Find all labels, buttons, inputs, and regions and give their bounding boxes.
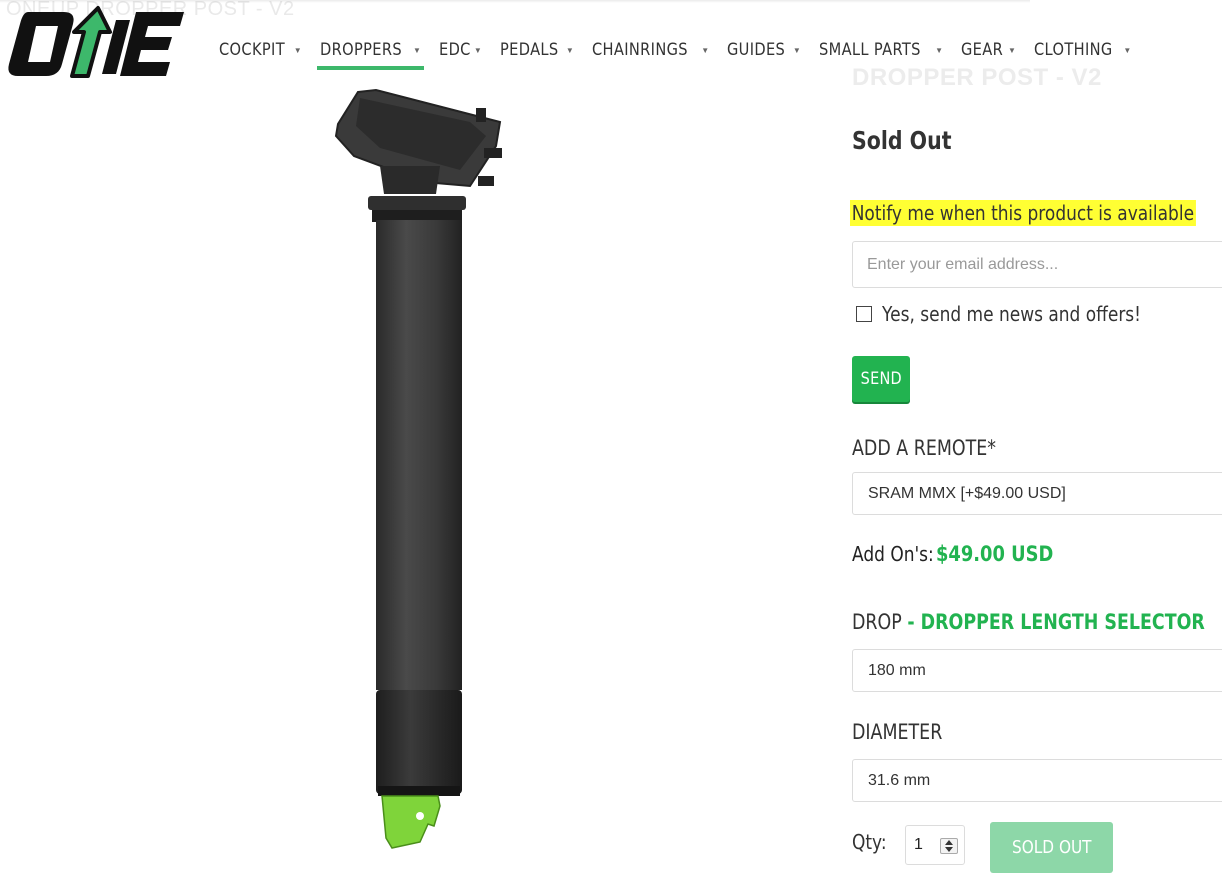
drop-select[interactable]: 180 mm	[852, 649, 1222, 692]
clamp-bolt	[484, 148, 502, 158]
drop-label-text: DROP	[852, 610, 902, 634]
chevron-down-icon: ▼	[792, 45, 801, 55]
chevron-down-icon: ▼	[412, 45, 421, 55]
diameter-label: DIAMETER	[852, 720, 943, 744]
sold-out-button[interactable]: SOLD OUT	[990, 822, 1113, 873]
nav-item-edc[interactable]: EDC ▼	[430, 24, 491, 70]
sold-out-button-label: SOLD OUT	[1011, 837, 1092, 858]
chevron-down-icon: ▼	[1123, 45, 1132, 55]
remote-select-value: SRAM MMX [+$49.00 USD]	[868, 484, 1066, 502]
clamp-bolt	[476, 108, 486, 122]
nav-item-chainrings[interactable]: CHAINRINGS ▼	[583, 24, 718, 70]
post-neck	[380, 166, 440, 194]
addons-price: $49.00 USD	[936, 542, 1054, 566]
chevron-down-icon: ▼	[935, 45, 944, 55]
stock-status: Sold Out	[852, 126, 952, 155]
nav-item-label: GUIDES	[727, 40, 786, 60]
remote-select[interactable]: SRAM MMX [+$49.00 USD]	[852, 472, 1222, 515]
nav-item-label: CHAINRINGS	[591, 40, 688, 60]
product-image[interactable]	[320, 86, 520, 856]
newsletter-optin[interactable]: Yes, send me news and offers!	[856, 302, 1187, 326]
clamp-bolt	[478, 176, 494, 186]
nav-item-cockpit[interactable]: COCKPIT ▼	[210, 24, 311, 70]
nav-item-pedals[interactable]: PEDALS ▼	[491, 24, 583, 70]
post-lower-tube	[376, 690, 462, 794]
nav-item-label: SMALL PARTS	[818, 40, 921, 60]
drop-label-accent: - DROPPER LENGTH SELECTOR	[907, 610, 1205, 634]
post-collar	[368, 196, 466, 210]
chevron-down-icon: ▼	[565, 45, 574, 55]
decrement-icon[interactable]	[945, 847, 953, 852]
chevron-down-icon: ▼	[473, 45, 482, 55]
remote-label: ADD A REMOTE*	[852, 436, 997, 460]
nav-item-label: PEDALS	[499, 40, 559, 60]
addons-summary: Add On's: $49.00 USD	[852, 542, 1074, 566]
newsletter-label: Yes, send me news and offers!	[882, 302, 1141, 326]
notify-heading: Notify me when this product is available	[850, 200, 1196, 226]
actuator-green	[381, 795, 441, 849]
addons-label: Add On's:	[852, 542, 934, 566]
qty-label: Qty:	[852, 830, 887, 854]
diameter-select[interactable]: 31.6 mm	[852, 759, 1222, 802]
email-field[interactable]	[852, 241, 1222, 288]
logo-letter-e	[120, 12, 184, 76]
post-bottom-cap	[378, 786, 460, 796]
product-title: DROPPER POST - V2	[852, 64, 1102, 91]
nav-item-guides[interactable]: GUIDES ▼	[718, 24, 810, 70]
send-button[interactable]: SEND	[852, 356, 910, 402]
increment-icon[interactable]	[945, 840, 953, 845]
nav-item-label: EDC	[438, 40, 471, 60]
nav-item-label: DROPPERS	[319, 40, 402, 60]
chevron-down-icon: ▼	[701, 45, 710, 55]
newsletter-checkbox[interactable]	[856, 306, 872, 322]
drop-label: DROP - DROPPER LENGTH SELECTOR	[852, 610, 1205, 634]
nav-item-label: GEAR	[961, 40, 1004, 60]
nav-item-label: CLOTHING	[1033, 40, 1113, 60]
logo[interactable]	[6, 4, 186, 80]
logo-letter-o	[8, 12, 74, 76]
post-upper-tube	[376, 220, 462, 690]
qty-value: 1	[914, 836, 923, 853]
actuator-hole	[416, 812, 424, 820]
drop-select-value: 180 mm	[868, 661, 926, 679]
quantity-stepper[interactable]: 1	[905, 825, 965, 865]
nav-item-droppers[interactable]: DROPPERS ▼	[311, 24, 430, 70]
chevron-down-icon: ▼	[293, 45, 302, 55]
nav-item-label: COCKPIT	[219, 40, 285, 60]
header-shadow	[0, 0, 1030, 3]
diameter-select-value: 31.6 mm	[868, 771, 931, 789]
chevron-down-icon: ▼	[1008, 45, 1016, 55]
send-button-label: SEND	[860, 369, 902, 389]
spinner-icon[interactable]	[940, 838, 958, 854]
